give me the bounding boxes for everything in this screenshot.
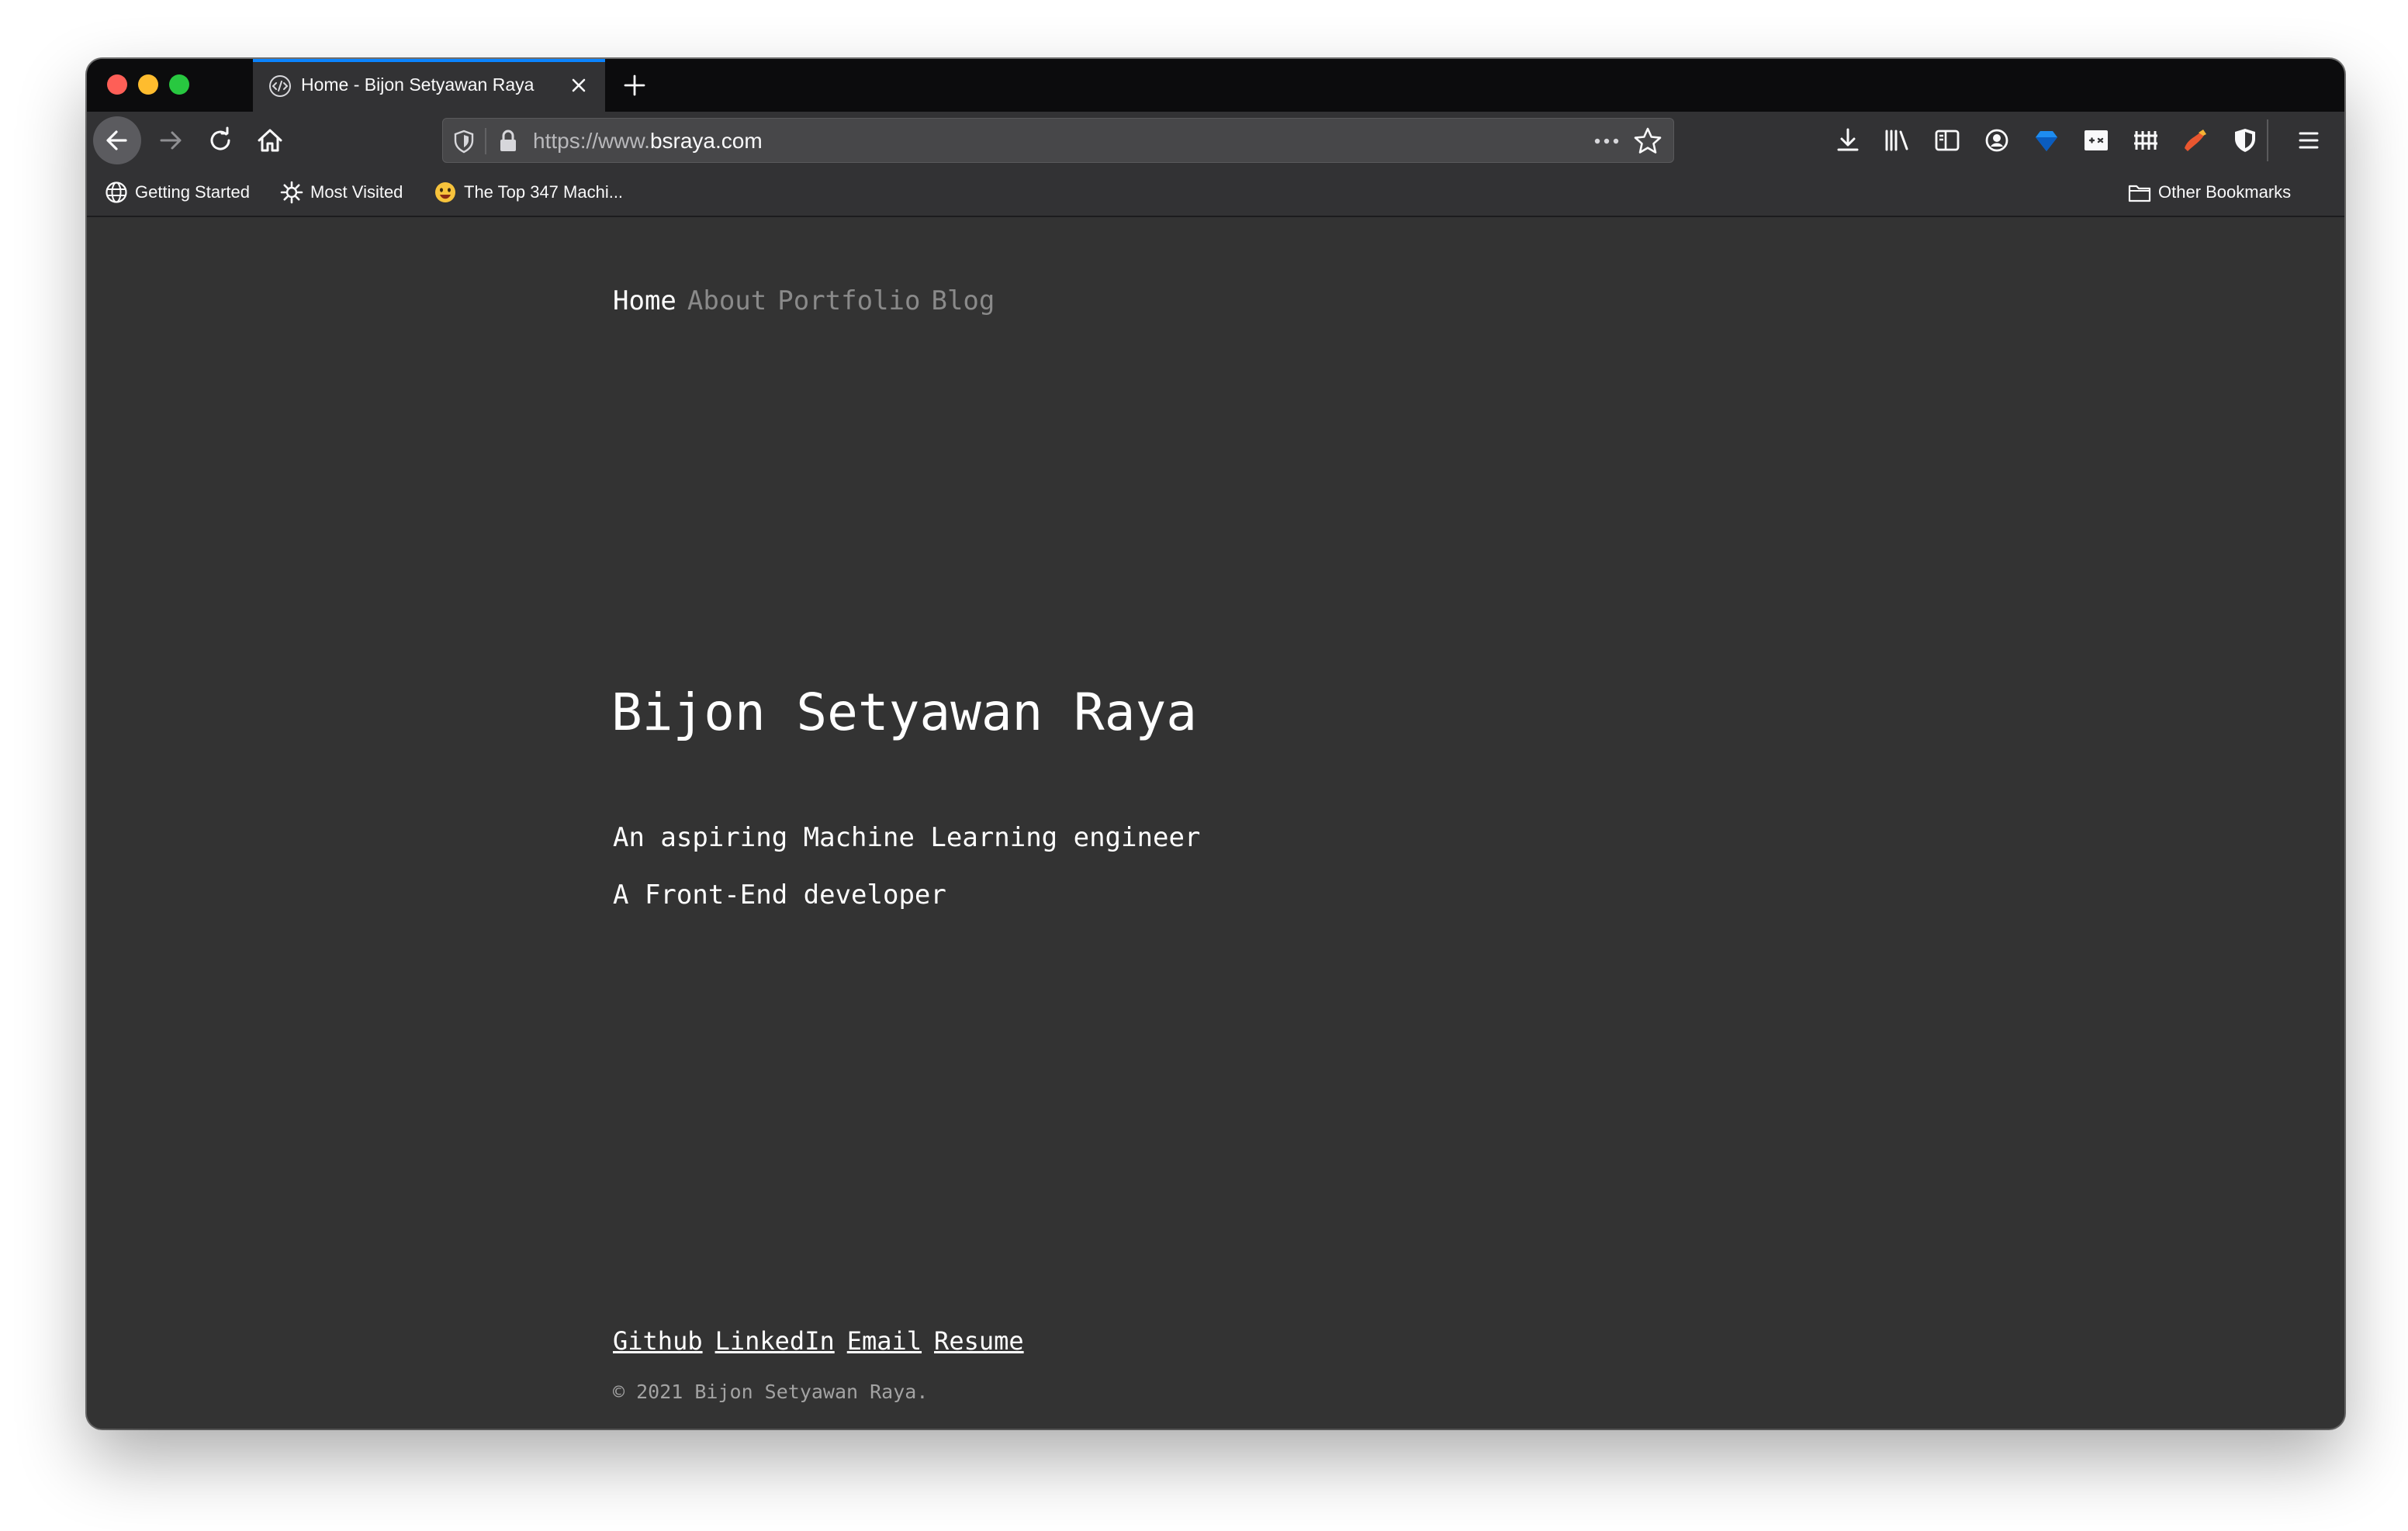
bookmark-label: Getting Started	[135, 182, 250, 202]
resume-link[interactable]: Resume	[934, 1326, 1024, 1356]
url-text[interactable]: https://www.bsraya.com	[533, 129, 763, 154]
navigation-toolbar: https://www.bsraya.com	[87, 112, 2344, 168]
back-button[interactable]	[93, 116, 141, 164]
nav-about-link[interactable]: About	[687, 285, 766, 316]
bookmark-star-icon[interactable]	[1631, 125, 1664, 157]
tagline-ml: An aspiring Machine Learning engineer	[613, 822, 1201, 853]
footer-links: Github LinkedIn Email Resume	[613, 1326, 1036, 1356]
nav-blog-link[interactable]: Blog	[931, 285, 995, 316]
globe-icon	[104, 180, 129, 205]
linkedin-link[interactable]: LinkedIn	[715, 1326, 835, 1356]
tab-home[interactable]: Home - Bijon Setyawan Raya	[253, 59, 605, 112]
close-window-button[interactable]	[107, 74, 127, 95]
tracking-protection-shield-icon[interactable]	[451, 128, 477, 154]
page-actions-ellipsis-icon[interactable]	[1591, 126, 1622, 156]
email-link[interactable]: Email	[847, 1326, 922, 1356]
url-bar[interactable]: https://www.bsraya.com	[442, 118, 1674, 163]
minimize-window-button[interactable]	[138, 74, 158, 95]
url-bar-divider	[485, 128, 486, 154]
home-icon[interactable]	[254, 125, 285, 156]
code-icon	[268, 74, 292, 98]
bookmark-label: Most Visited	[310, 182, 403, 202]
sidebar-icon[interactable]	[1932, 125, 1963, 156]
nav-portfolio-link[interactable]: Portfolio	[777, 285, 920, 316]
bookmarks-toolbar: Getting Started Most Visited The Top 347…	[87, 168, 2344, 217]
url-prefix: https://www.	[533, 129, 650, 153]
library-icon[interactable]	[1882, 125, 1913, 156]
extension-colorful-icon[interactable]	[2180, 125, 2211, 156]
github-link[interactable]: Github	[613, 1326, 703, 1356]
bookmark-label: Other Bookmarks	[2158, 182, 2292, 202]
forward-arrow-icon[interactable]	[155, 125, 186, 156]
folder-icon	[2127, 180, 2152, 205]
new-tab-icon[interactable]	[619, 70, 650, 101]
extension-gem-icon[interactable]	[2031, 125, 2062, 156]
extension-shield-icon[interactable]	[2230, 125, 2261, 156]
toolbar-divider	[2267, 119, 2268, 161]
hamburger-menu-icon[interactable]	[2293, 125, 2324, 156]
tab-title: Home - Bijon Setyawan Raya	[301, 74, 535, 95]
url-host: bsraya.com	[649, 129, 763, 153]
reload-icon[interactable]	[205, 125, 236, 156]
browser-window: Home - Bijon Setyawan Raya https://www.b…	[87, 59, 2344, 1429]
nav-home-link[interactable]: Home	[613, 285, 676, 316]
site-nav: Home About Portfolio Blog	[613, 285, 1005, 316]
page-content: Home About Portfolio Blog Bijon Setyawan Ra…	[87, 217, 2344, 1429]
maximize-window-button[interactable]	[169, 74, 189, 95]
emoji-icon	[433, 180, 458, 205]
account-icon[interactable]	[1981, 125, 2012, 156]
lock-icon[interactable]	[496, 128, 521, 154]
extension-card-icon[interactable]	[2081, 125, 2112, 156]
extension-grid-icon[interactable]	[2130, 125, 2161, 156]
tab-strip: Home - Bijon Setyawan Raya	[87, 59, 2344, 112]
downloads-icon[interactable]	[1832, 125, 1863, 156]
bookmark-label: The Top 347 Machi...	[464, 182, 624, 202]
back-arrow-icon	[106, 130, 127, 150]
gear-icon	[279, 180, 304, 205]
page-title: Bijon Setyawan Raya	[611, 683, 1197, 742]
copyright-text: © 2021 Bijon Setyawan Raya.	[613, 1381, 929, 1403]
close-tab-icon[interactable]	[566, 73, 591, 98]
tagline-frontend: A Front-End developer	[613, 880, 946, 911]
